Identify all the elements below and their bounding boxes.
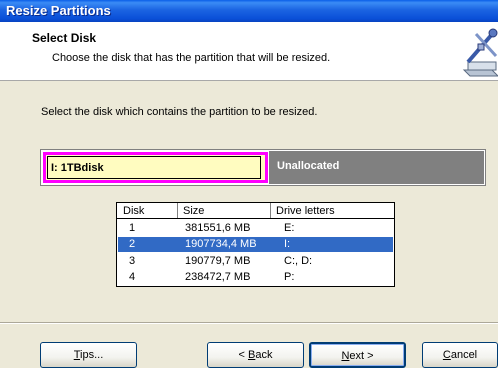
page-title: Select Disk [32, 31, 97, 45]
tips-button[interactable]: Tips... [40, 342, 137, 368]
disk-size: 238472,7 MB [185, 271, 251, 283]
table-row[interactable]: 4 238472,7 MB P: [118, 270, 393, 285]
disk-number: 4 [129, 271, 136, 283]
wizard-header: Select Disk Choose the disk that has the… [0, 22, 498, 81]
window-title: Resize Partitions [6, 3, 111, 18]
cancel-button[interactable]: Cancel [422, 342, 498, 368]
page-subtitle: Choose the disk that has the partition t… [52, 52, 331, 64]
next-button[interactable]: Next > [309, 342, 406, 368]
disk-drive-letters: C:, D: [284, 255, 313, 267]
column-header-drive-letters[interactable]: Drive letters [276, 205, 335, 217]
title-bar[interactable]: Resize Partitions [0, 0, 498, 22]
table-row[interactable]: 3 190779,7 MB C:, D: [118, 254, 393, 269]
footer-divider [0, 322, 498, 324]
unallocated-space[interactable]: Unallocated [269, 151, 484, 184]
table-row[interactable]: 1 381551,6 MB E: [118, 221, 393, 236]
back-button-label-rest: ack [255, 349, 273, 361]
back-button[interactable]: < Back [207, 342, 304, 368]
resize-tool-icon [462, 28, 498, 77]
tips-button-label-rest: ips... [80, 349, 104, 361]
disk-drive-letters: I: [284, 238, 291, 250]
instruction-text: Select the disk which contains the parti… [41, 106, 318, 118]
column-divider[interactable] [270, 203, 271, 218]
disk-size: 1907734,4 MB [185, 238, 257, 250]
column-header-size[interactable]: Size [183, 205, 204, 217]
partition-selected[interactable]: I: 1TBdisk [43, 152, 268, 183]
disk-size: 381551,6 MB [185, 222, 251, 234]
table-header: Disk Size Drive letters [117, 203, 394, 219]
disk-size: 190779,7 MB [185, 255, 251, 267]
next-button-label-rest: ext > [349, 350, 374, 362]
partition-map: I: 1TBdisk Unallocated [40, 149, 486, 186]
partition-label: I: 1TBdisk [51, 162, 104, 174]
disk-number: 2 [129, 238, 136, 250]
back-button-label: < [238, 349, 248, 361]
disk-drive-letters: P: [284, 271, 295, 283]
disk-number: 3 [129, 255, 136, 267]
unallocated-label: Unallocated [277, 160, 340, 172]
column-header-disk[interactable]: Disk [123, 205, 144, 217]
disk-number: 1 [129, 222, 136, 234]
cancel-button-label-rest: ancel [450, 349, 478, 361]
disk-list[interactable]: Disk Size Drive letters 1 381551,6 MB E:… [116, 202, 395, 287]
cancel-button-mnemonic: C [442, 349, 451, 361]
column-divider[interactable] [177, 203, 178, 218]
disk-drive-letters: E: [284, 222, 295, 234]
table-row[interactable]: 2 1907734,4 MB I: [118, 237, 393, 252]
